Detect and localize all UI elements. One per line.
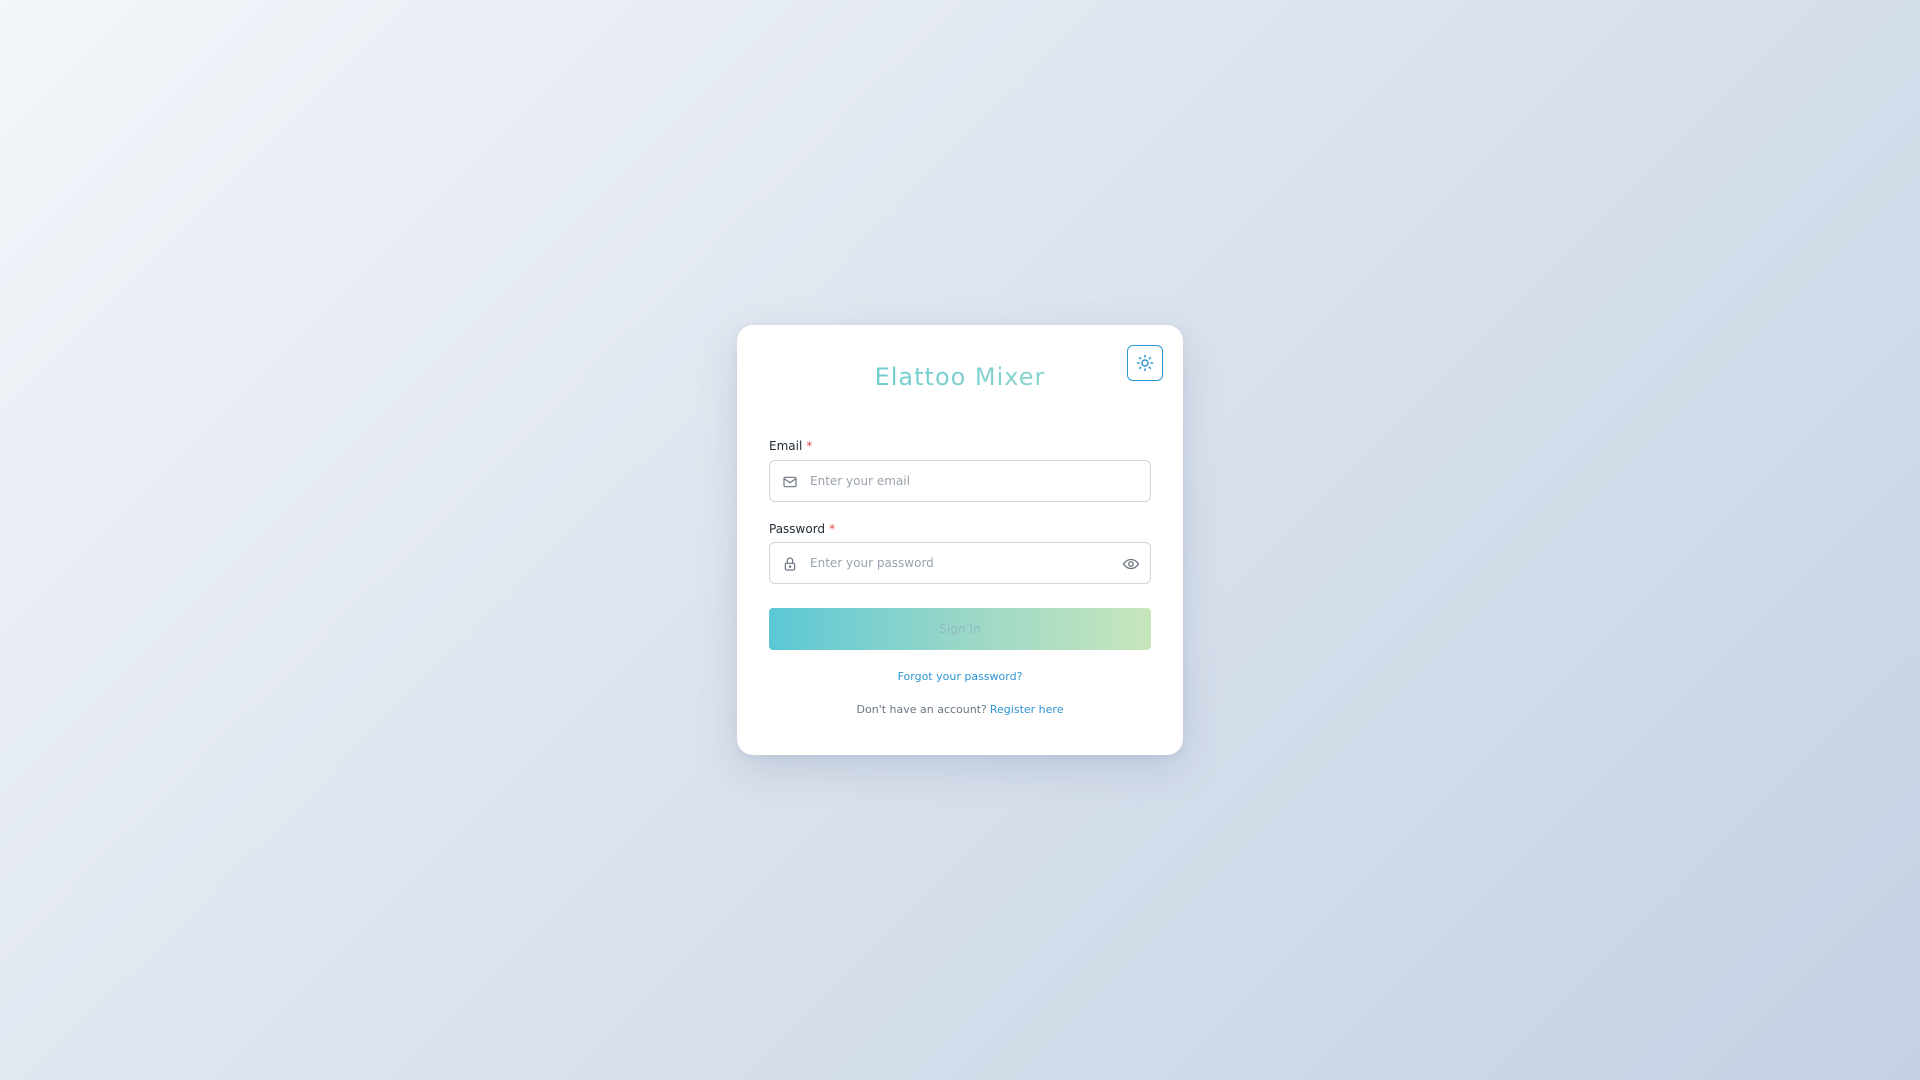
password-label-text: Password [769,522,826,536]
sign-in-button[interactable]: Sign In [769,608,1151,650]
email-field-wrapper [769,460,1151,502]
forgot-password-link[interactable]: Forgot your password? [898,670,1023,683]
email-label: Email * [769,439,812,453]
register-prompt: Don't have an account? [856,703,987,716]
password-required-mark: * [829,522,836,536]
email-required-mark: * [806,439,813,453]
lock-icon [784,557,796,571]
forgot-password-row: Forgot your password? [737,670,1183,683]
login-card: Elattoo Mixer Email* Password* Sign In F… [737,325,1183,755]
password-field-wrapper [769,542,1151,584]
eye-icon[interactable] [1122,555,1140,573]
register-link[interactable]: Register here [990,703,1064,716]
app-title: Elattoo Mixer [737,363,1183,391]
mail-icon [783,476,797,488]
email-input[interactable] [810,461,1110,501]
email-label-text: Email [769,439,803,453]
register-row: Don't have an account? Register here [737,703,1183,716]
password-label: Password * [769,522,835,536]
password-input[interactable] [810,543,1110,583]
